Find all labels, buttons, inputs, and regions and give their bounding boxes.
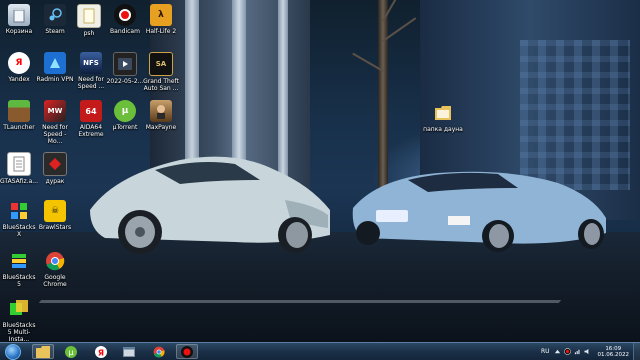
game-card-icon [43, 152, 67, 176]
desktop-icon-label: Google Chrome [43, 274, 67, 288]
file-icon [77, 4, 101, 28]
desktop-icon-label: BlueStacks X [2, 224, 36, 238]
chrome-icon [44, 250, 66, 272]
brawlstars-icon: ☠ [44, 200, 66, 222]
desktop-icon-label: 2022-05-2... [106, 78, 144, 85]
desktop-icon-label: Steam [45, 28, 65, 35]
maxpayne-icon [150, 100, 172, 122]
taskbar-window-button[interactable] [118, 344, 140, 359]
desktop-icon-aida64[interactable]: 64 AIDA64 Extreme [72, 100, 110, 138]
desktop-icon-gtasa-file[interactable]: GTASAfiz.a... [0, 152, 38, 185]
svg-text:µ: µ [68, 348, 73, 357]
desktop-icon-label: Bandicam [110, 28, 140, 35]
desktop-icon-half-life-2[interactable]: λ Half-Life 2 [142, 4, 180, 35]
wallpaper-car-blue [352, 171, 606, 252]
utorrent-icon: µ [65, 345, 77, 358]
aida64-icon: 64 [80, 100, 102, 122]
desktop-icon-label: Radmin VPN [36, 76, 74, 83]
half-life-icon: λ [150, 4, 172, 26]
desktop-icon-yandex[interactable]: Я Yandex [0, 52, 38, 83]
desktop-icon-gta-sa[interactable]: SA Grand Theft Auto San ... [142, 52, 180, 92]
clock[interactable]: 16:09 01.06.2022 [598, 346, 630, 358]
taskbar: µ Я RU 16:09 01.06.2022 [0, 342, 640, 360]
wallpaper-road-line [38, 300, 562, 303]
taskbar-chrome-button[interactable] [148, 344, 170, 359]
wallpaper-car-white [90, 156, 330, 254]
nfs-icon: NFS [80, 52, 102, 74]
desktop-icon-bluestacks-5[interactable]: BlueStacks 5 [0, 250, 38, 288]
nfs-most-wanted-icon: MW [44, 100, 66, 122]
desktop-icon-dyrak[interactable]: дурак [36, 152, 74, 185]
start-button[interactable] [2, 343, 24, 360]
desktop-icon-label: psh [83, 30, 95, 37]
bluestacks-multi-icon [8, 298, 30, 320]
show-desktop-button[interactable] [633, 343, 640, 360]
desktop-icon-label: BlueStacks 5 [2, 274, 36, 288]
desktop-icon-psh[interactable]: psh [70, 4, 108, 37]
desktop-icon-folder-dauna[interactable]: папка дауна [422, 102, 464, 133]
clock-date: 01.06.2022 [597, 351, 630, 358]
minecraft-block-icon [8, 100, 30, 122]
bluestacks-x-icon [8, 200, 30, 222]
desktop-icon-bandicam[interactable]: Bandicam [106, 4, 144, 35]
desktop-icon-label: Grand Theft Auto San ... [143, 78, 179, 92]
desktop-icon-maxpayne[interactable]: MaxPayne [142, 100, 180, 131]
desktop-icon-brawlstars[interactable]: ☠ BrawlStars [36, 200, 74, 231]
yandex-icon: Я [8, 52, 30, 74]
desktop-icon-label: GTASAfiz.a... [0, 178, 38, 185]
desktop-icon-label: дурак [45, 178, 65, 185]
taskbar-explorer-button[interactable] [32, 344, 54, 359]
tray-record-icon[interactable] [563, 348, 571, 355]
video-file-icon [113, 52, 137, 76]
desktop-icon-bluestacks-5-multi[interactable]: BlueStacks 5 Multi-Insta... [0, 298, 38, 343]
desktop-icon-video-file[interactable]: 2022-05-2... [106, 52, 144, 85]
desktop-icon-label: BlueStacks 5 Multi-Insta... [2, 322, 36, 343]
text-file-icon [7, 152, 31, 176]
volume-icon[interactable] [583, 348, 591, 355]
desktop-icon-label: µTorrent [112, 124, 138, 131]
chrome-icon [153, 346, 165, 358]
desktop-icon-label: TLauncher [3, 124, 35, 131]
desktop-icon-label: BrawlStars [38, 224, 72, 231]
desktop-icon-label: Корзина [5, 28, 33, 35]
network-icon[interactable] [574, 348, 581, 355]
record-icon [114, 4, 136, 26]
windows-logo-icon [5, 343, 21, 360]
taskbar-yandex-button[interactable]: Я [90, 344, 112, 359]
yandex-icon: Я [95, 345, 107, 358]
folder-icon [36, 345, 50, 358]
record-icon [181, 345, 193, 358]
desktop-icon-recycle-bin[interactable]: Корзина [0, 4, 38, 35]
desktop-icon-steam[interactable]: Steam [36, 4, 74, 35]
tray-arrow-icon[interactable] [554, 348, 561, 355]
desktop-icon-radmin-vpn[interactable]: Radmin VPN [36, 52, 74, 83]
desktop-icon-nfs-most-wanted[interactable]: MW Need for Speed - Mo... [36, 100, 74, 145]
desktop-icon-label: Yandex [8, 76, 30, 83]
window-icon [123, 346, 135, 357]
desktop-icon-google-chrome[interactable]: Google Chrome [36, 250, 74, 288]
desktop-icon-label: Need for Speed - Mo... [42, 124, 68, 145]
taskbar-utorrent-button[interactable]: µ [60, 344, 82, 359]
desktop-icon-nfs[interactable]: NFS Need for Speed ... [72, 52, 110, 90]
radmin-vpn-icon [44, 52, 66, 74]
steam-icon [44, 4, 66, 26]
desktop-icon-label: Need for Speed ... [77, 76, 105, 90]
desktop-icon-tlauncher[interactable]: TLauncher [0, 100, 38, 131]
system-tray: RU 16:09 01.06.2022 [541, 343, 640, 360]
desktop-icon-label: MaxPayne [145, 124, 177, 131]
svg-text:Я: Я [98, 348, 104, 357]
taskbar-bandicam-button[interactable] [176, 344, 198, 359]
folder-icon [432, 102, 454, 124]
desktop-icon-utorrent[interactable]: µ µTorrent [106, 100, 144, 131]
bluestacks-icon [8, 250, 30, 272]
desktop-icon-label: папка дауна [423, 126, 463, 133]
desktop-icon-label: AIDA64 Extreme [78, 124, 104, 138]
gta-icon: SA [149, 52, 173, 76]
utorrent-icon: µ [114, 100, 136, 122]
recycle-bin-icon [8, 4, 30, 26]
language-indicator[interactable]: RU [541, 348, 550, 355]
desktop-icon-label: Half-Life 2 [145, 28, 177, 35]
desktop-icon-bluestacks-x[interactable]: BlueStacks X [0, 200, 38, 238]
